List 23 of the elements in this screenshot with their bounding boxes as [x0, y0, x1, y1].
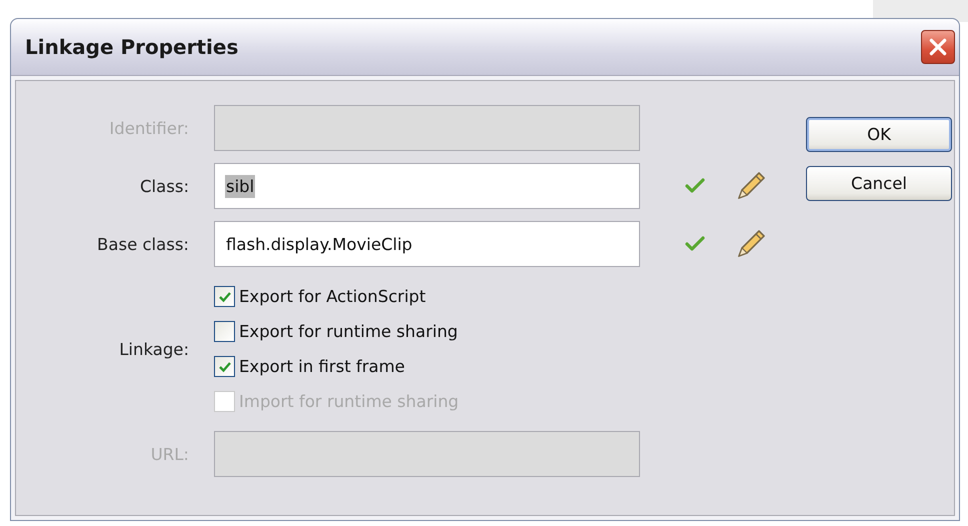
checkmark-icon [685, 178, 705, 194]
close-icon [927, 36, 949, 58]
field-label: Identifier: [109, 118, 189, 138]
field-label: URL: [150, 444, 189, 464]
field-label: Class: [140, 176, 189, 196]
checkbox-label: Export for runtime sharing [239, 322, 458, 341]
field-label: Base class: [97, 234, 189, 254]
dialog-button[interactable]: Cancel [806, 166, 952, 201]
pencil-icon[interactable] [735, 170, 767, 202]
checkmark-icon [685, 236, 705, 252]
checkbox[interactable] [214, 286, 235, 307]
close-button[interactable] [921, 30, 955, 64]
field-label: Linkage: [119, 340, 189, 358]
text-field[interactable]: flash.display.MovieClip [214, 221, 640, 267]
checkbox-label: Export for ActionScript [239, 287, 426, 306]
checkbox[interactable] [214, 321, 235, 342]
text-field[interactable]: sibl [214, 163, 640, 209]
checkbox-label: Import for runtime sharing [239, 392, 459, 411]
pencil-icon[interactable] [735, 228, 767, 260]
checkbox-label: Export in first frame [239, 357, 405, 376]
window-title: Linkage Properties [25, 35, 238, 59]
dialog-button[interactable]: OK [806, 117, 952, 152]
checkbox[interactable] [214, 356, 235, 377]
